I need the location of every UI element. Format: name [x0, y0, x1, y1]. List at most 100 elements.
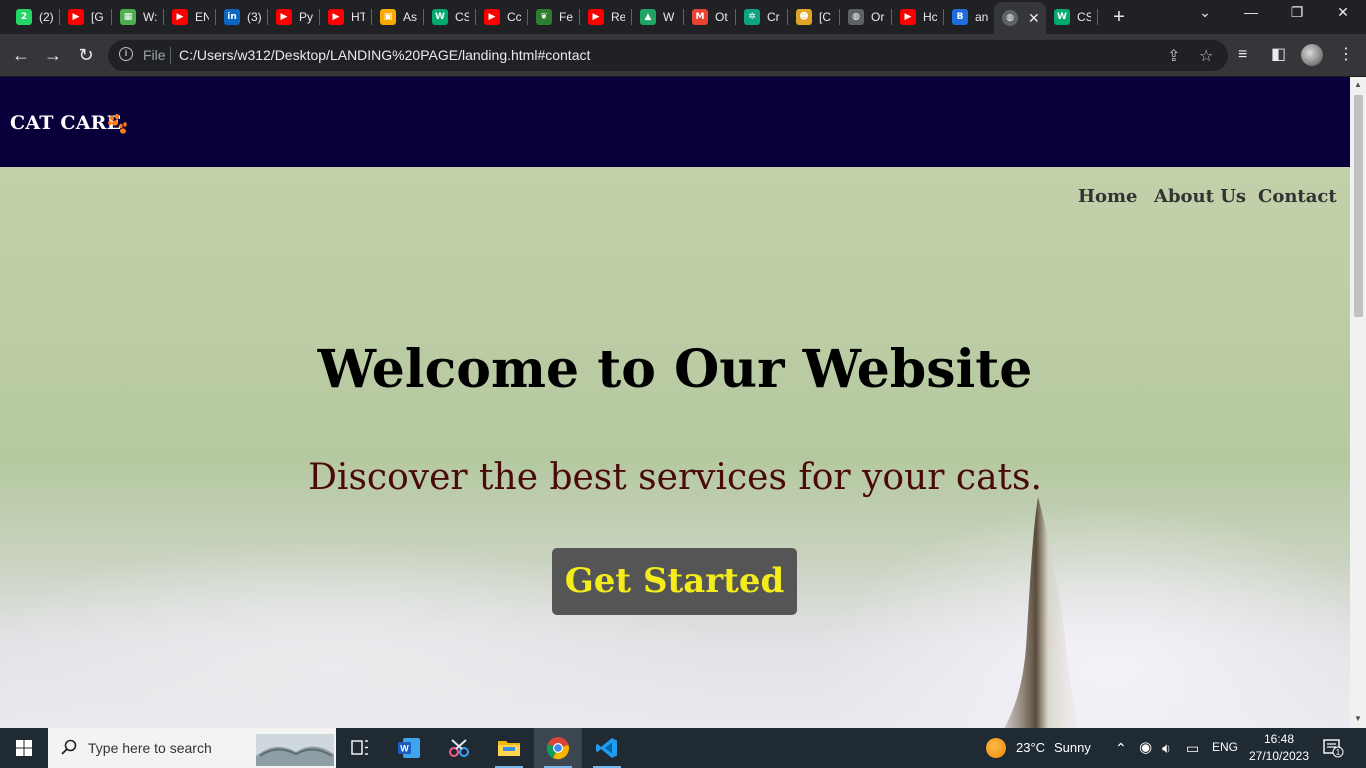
close-tab-icon[interactable]: ✕: [1028, 10, 1040, 27]
tab-6[interactable]: ▶ Py: [268, 6, 320, 28]
tab-4[interactable]: ▶ EN: [164, 6, 216, 28]
whatsapp-icon: 2: [16, 9, 32, 25]
notification-center-icon[interactable]: 1: [1322, 738, 1344, 758]
restore-button[interactable]: ❐: [1282, 4, 1312, 21]
scroll-down-arrow-icon[interactable]: ▼: [1353, 714, 1363, 723]
snipping-tool-icon: [449, 739, 469, 757]
taskbar-snipping-app[interactable]: [435, 728, 483, 768]
tab-label: HT: [351, 10, 365, 24]
tab-label: W: [663, 10, 675, 24]
tab-11[interactable]: ❦ Fe: [528, 6, 580, 28]
volume-icon[interactable]: 🔉︎: [1162, 738, 1171, 758]
clock[interactable]: 16:48 27/10/2023: [1244, 731, 1314, 765]
youtube-icon: ▶: [172, 9, 188, 25]
search-icon: [61, 739, 77, 755]
bing-icon: B: [952, 9, 968, 25]
scrollbar-thumb[interactable]: [1354, 95, 1363, 317]
address-bar[interactable]: i File C:/Users/w312/Desktop/LANDING%20P…: [108, 40, 1228, 71]
back-button[interactable]: ←: [9, 43, 33, 67]
tab-13[interactable]: ▲ W: [632, 6, 684, 28]
tab-label: Hc: [923, 10, 937, 24]
leaf-icon: ❦: [536, 9, 552, 25]
new-tab-button[interactable]: +: [1108, 6, 1130, 28]
windows-start-icon[interactable]: [0, 728, 48, 768]
chrome-tray-icon[interactable]: ◉: [1139, 738, 1152, 758]
show-hidden-icons-chevron-icon[interactable]: ⌃: [1115, 738, 1127, 758]
weather-sun-icon[interactable]: [986, 738, 1006, 758]
search-placeholder: Type here to search: [88, 740, 212, 756]
profile-avatar[interactable]: [1301, 44, 1323, 66]
tab-14[interactable]: M Ot: [684, 6, 736, 28]
taskbar-search-box[interactable]: Type here to search: [48, 728, 336, 768]
tab-8[interactable]: ▣ As: [372, 6, 424, 28]
tab-3[interactable]: ▦ W:: [112, 6, 164, 28]
minimize-button[interactable]: —: [1236, 4, 1266, 20]
tab-active[interactable]: ◍ ✕: [994, 2, 1046, 34]
tab-label: (2): [39, 10, 53, 24]
tab-18[interactable]: ▶ Hc: [892, 6, 944, 28]
tab-19[interactable]: Ban: [944, 6, 996, 28]
taskbar-word-app[interactable]: W: [385, 728, 433, 768]
tab-label: Fe: [559, 10, 573, 24]
url-text[interactable]: C:/Users/w312/Desktop/LANDING%20PAGE/lan…: [179, 47, 590, 63]
close-window-button[interactable]: ✕: [1328, 4, 1358, 21]
tab-separator: [1097, 9, 1098, 25]
search-highlight-bridge-icon: [256, 734, 334, 766]
tab-5[interactable]: in (3): [216, 6, 268, 28]
tab-2[interactable]: ▶ [G: [60, 6, 112, 28]
forward-button[interactable]: →: [41, 43, 65, 67]
tab-7[interactable]: ▶ HT: [320, 6, 372, 28]
taskbar-chrome-app[interactable]: [534, 728, 582, 768]
input-language[interactable]: ENG: [1212, 740, 1238, 754]
get-started-button[interactable]: Get Started: [552, 548, 797, 615]
reload-button[interactable]: ↻: [74, 43, 98, 67]
scroll-up-arrow-icon[interactable]: ▲: [1353, 80, 1363, 89]
tab-last[interactable]: W CS: [1046, 6, 1098, 28]
bookmark-star-icon[interactable]: ☆: [1199, 46, 1213, 66]
nav-about-link[interactable]: About Us: [1154, 186, 1246, 207]
tab-12[interactable]: ▶ Re: [580, 6, 632, 28]
tab-label: Re: [611, 10, 625, 24]
globe-icon: ◍: [1002, 10, 1018, 26]
clock-date: 27/10/2023: [1248, 749, 1310, 763]
w3schools-icon: W: [1054, 9, 1070, 25]
weather-condition[interactable]: Sunny: [1054, 740, 1091, 755]
battery-icon[interactable]: ▭: [1186, 738, 1199, 758]
tab-search-chevron-icon[interactable]: ⌄: [1190, 4, 1220, 21]
page-scrollbar[interactable]: ▲ ▼: [1350, 77, 1366, 728]
globe-icon: ◍: [848, 9, 864, 25]
youtube-icon: ▶: [588, 9, 604, 25]
side-panel-icon[interactable]: ◧: [1271, 45, 1286, 65]
taskbar-vscode-app[interactable]: [583, 728, 631, 768]
tab-label: CS: [1077, 10, 1091, 24]
site-info-icon[interactable]: i: [119, 47, 133, 61]
tab-1[interactable]: 2 (2): [8, 6, 60, 28]
browser-toolbar: ← → ↻ i File C:/Users/w312/Desktop/LANDI…: [0, 34, 1366, 77]
tab-label: CS: [455, 10, 469, 24]
tab-15[interactable]: ✲ Cr: [736, 6, 788, 28]
image-icon: ▦: [120, 9, 136, 25]
share-icon[interactable]: ⇪: [1167, 46, 1180, 66]
brand-logo-text[interactable]: CAT CARE: [10, 112, 121, 134]
tab-16[interactable]: ☻ [C: [788, 6, 840, 28]
tab-label: W:: [143, 10, 157, 24]
tab-10[interactable]: ▶ Cc: [476, 6, 528, 28]
vscode-icon: [596, 738, 617, 758]
avatar-icon: ☻: [796, 9, 812, 25]
menu-icon[interactable]: ⋮: [1338, 45, 1354, 65]
task-view-button[interactable]: [336, 728, 384, 768]
gmail-icon: M: [692, 9, 708, 25]
weather-temperature[interactable]: 23°C: [1016, 740, 1045, 755]
nav-home-link[interactable]: Home: [1078, 186, 1138, 207]
reading-list-icon[interactable]: ≡: [1238, 45, 1247, 65]
youtube-icon: ▶: [68, 9, 84, 25]
browser-tab-strip: 2 (2) ▶ [G ▦ W: ▶ EN in (3) ▶ Py ▶ HT ▣ As W CS ▶ Cc ❦ Fe ▶ Re ▲…: [0, 0, 1366, 34]
taskbar-file-explorer-app[interactable]: [485, 728, 533, 768]
chrome-icon: [546, 737, 569, 760]
tab-9[interactable]: W CS: [424, 6, 476, 28]
nav-contact-link[interactable]: Contact: [1258, 186, 1337, 207]
tab-label: (3): [247, 10, 261, 24]
omnibox-separator: [170, 47, 171, 64]
hero-title: Welcome to Our Website: [317, 339, 1033, 400]
tab-17[interactable]: ◍ Or: [840, 6, 892, 28]
